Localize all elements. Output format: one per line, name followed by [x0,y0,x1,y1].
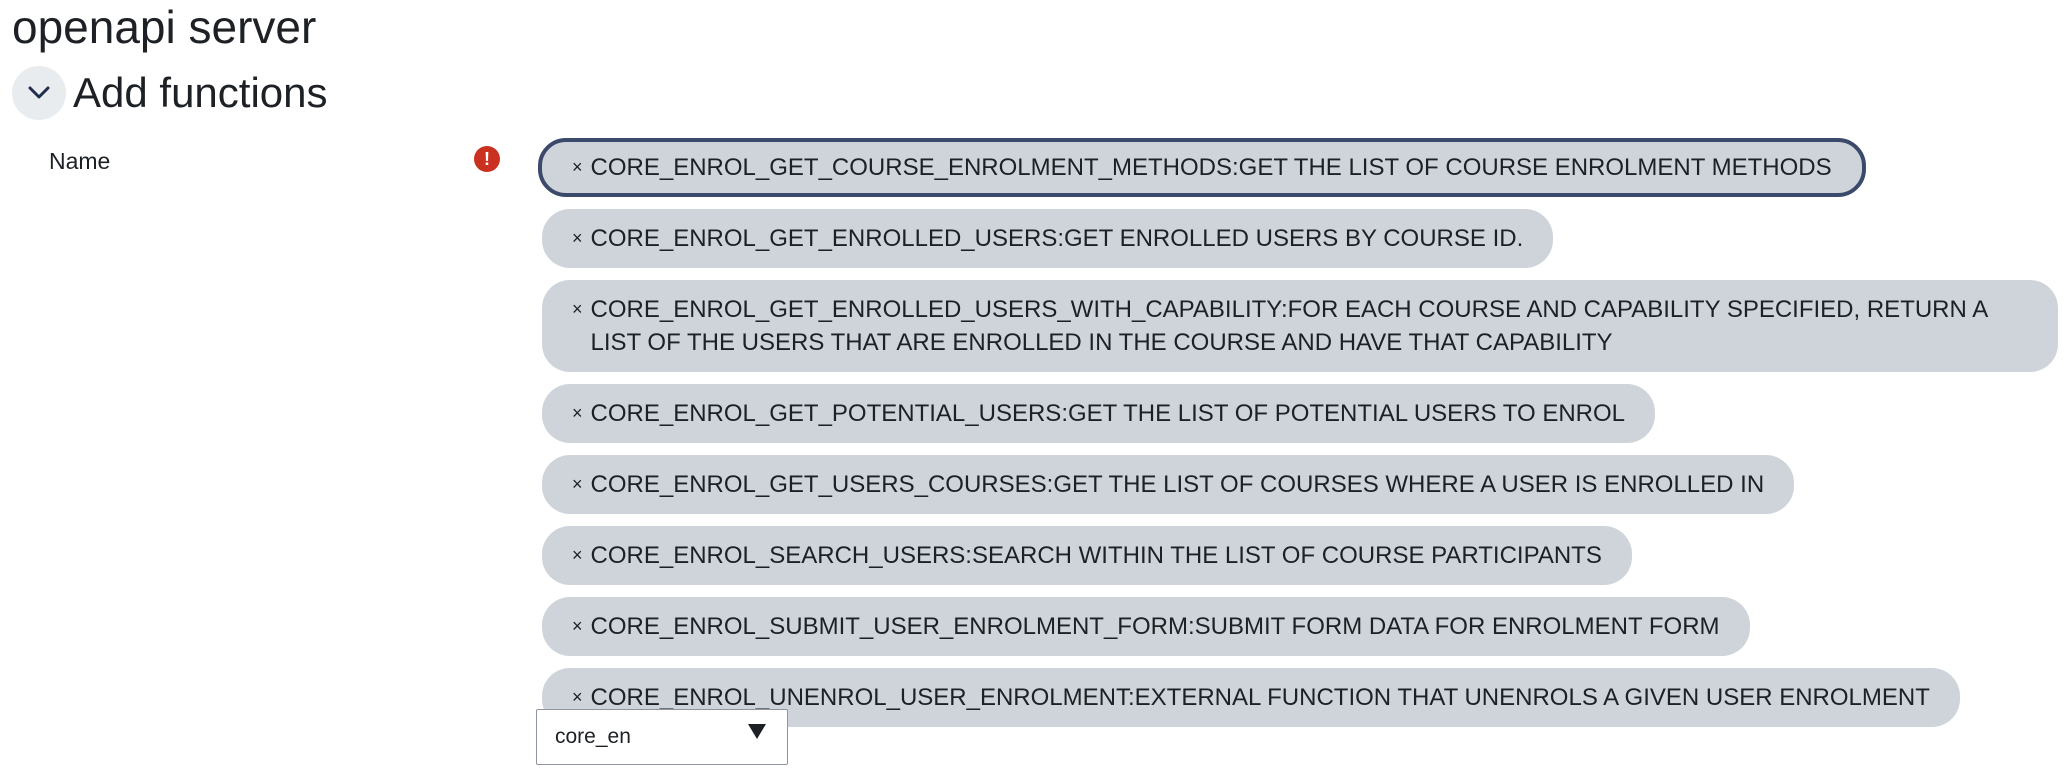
selected-function-chip[interactable]: × CORE_ENROL_GET_POTENTIAL_USERS:GET THE… [542,384,1656,443]
page-title: openapi server [12,1,317,53]
chip-label: CORE_ENROL_SEARCH_USERS:SEARCH WITHIN TH… [590,542,1602,569]
chip-label: CORE_ENROL_GET_ENROLLED_USERS:GET ENROLL… [590,225,1524,252]
chip-label: CORE_ENROL_UNENROL_USER_ENROLMENT:EXTERN… [590,684,1930,711]
chip-label: CORE_ENROL_GET_COURSE_ENROLMENT_METHODS:… [590,154,1832,181]
chip-label: CORE_ENROL_GET_POTENTIAL_USERS:GET THE L… [590,400,1626,427]
remove-icon: × [572,228,583,248]
collapse-toggle-button[interactable] [12,66,66,120]
selected-function-chip[interactable]: × CORE_ENROL_SEARCH_USERS:SEARCH WITHIN … [542,526,1632,585]
selected-function-chip[interactable]: × CORE_ENROL_GET_USERS_COURSES:GET THE L… [542,455,1795,514]
remove-icon: × [572,474,583,494]
chip-label: CORE_ENROL_GET_ENROLLED_USERS_WITH_CAPAB… [590,296,1987,356]
function-search-select[interactable]: core_en [536,709,788,765]
remove-icon: × [572,403,583,423]
remove-icon: × [572,616,583,636]
remove-icon: × [572,545,583,565]
chip-label: CORE_ENROL_GET_USERS_COURSES:GET THE LIS… [590,471,1765,498]
remove-icon: × [572,299,583,319]
chevron-down-icon [28,86,50,99]
dropdown-arrow-icon[interactable] [747,722,767,746]
selected-function-chip[interactable]: × CORE_ENROL_SUBMIT_USER_ENROLMENT_FORM:… [542,597,1750,656]
section-header: Add functions [12,66,328,120]
selected-function-chip[interactable]: × CORE_ENROL_GET_COURSE_ENROLMENT_METHOD… [538,138,1866,197]
selected-functions-list: × CORE_ENROL_GET_COURSE_ENROLMENT_METHOD… [538,138,2058,739]
error-icon: ! [474,146,500,172]
remove-icon: × [572,157,583,177]
chip-label: CORE_ENROL_SUBMIT_USER_ENROLMENT_FORM:SU… [590,613,1720,640]
selected-function-chip[interactable]: × CORE_ENROL_GET_ENROLLED_USERS:GET ENRO… [542,209,1554,268]
selected-function-chip[interactable]: × CORE_ENROL_GET_ENROLLED_USERS_WITH_CAP… [542,280,2058,372]
field-label-name: Name [49,148,111,174]
search-input-value: core_en [555,725,631,748]
section-title: Add functions [73,69,328,116]
